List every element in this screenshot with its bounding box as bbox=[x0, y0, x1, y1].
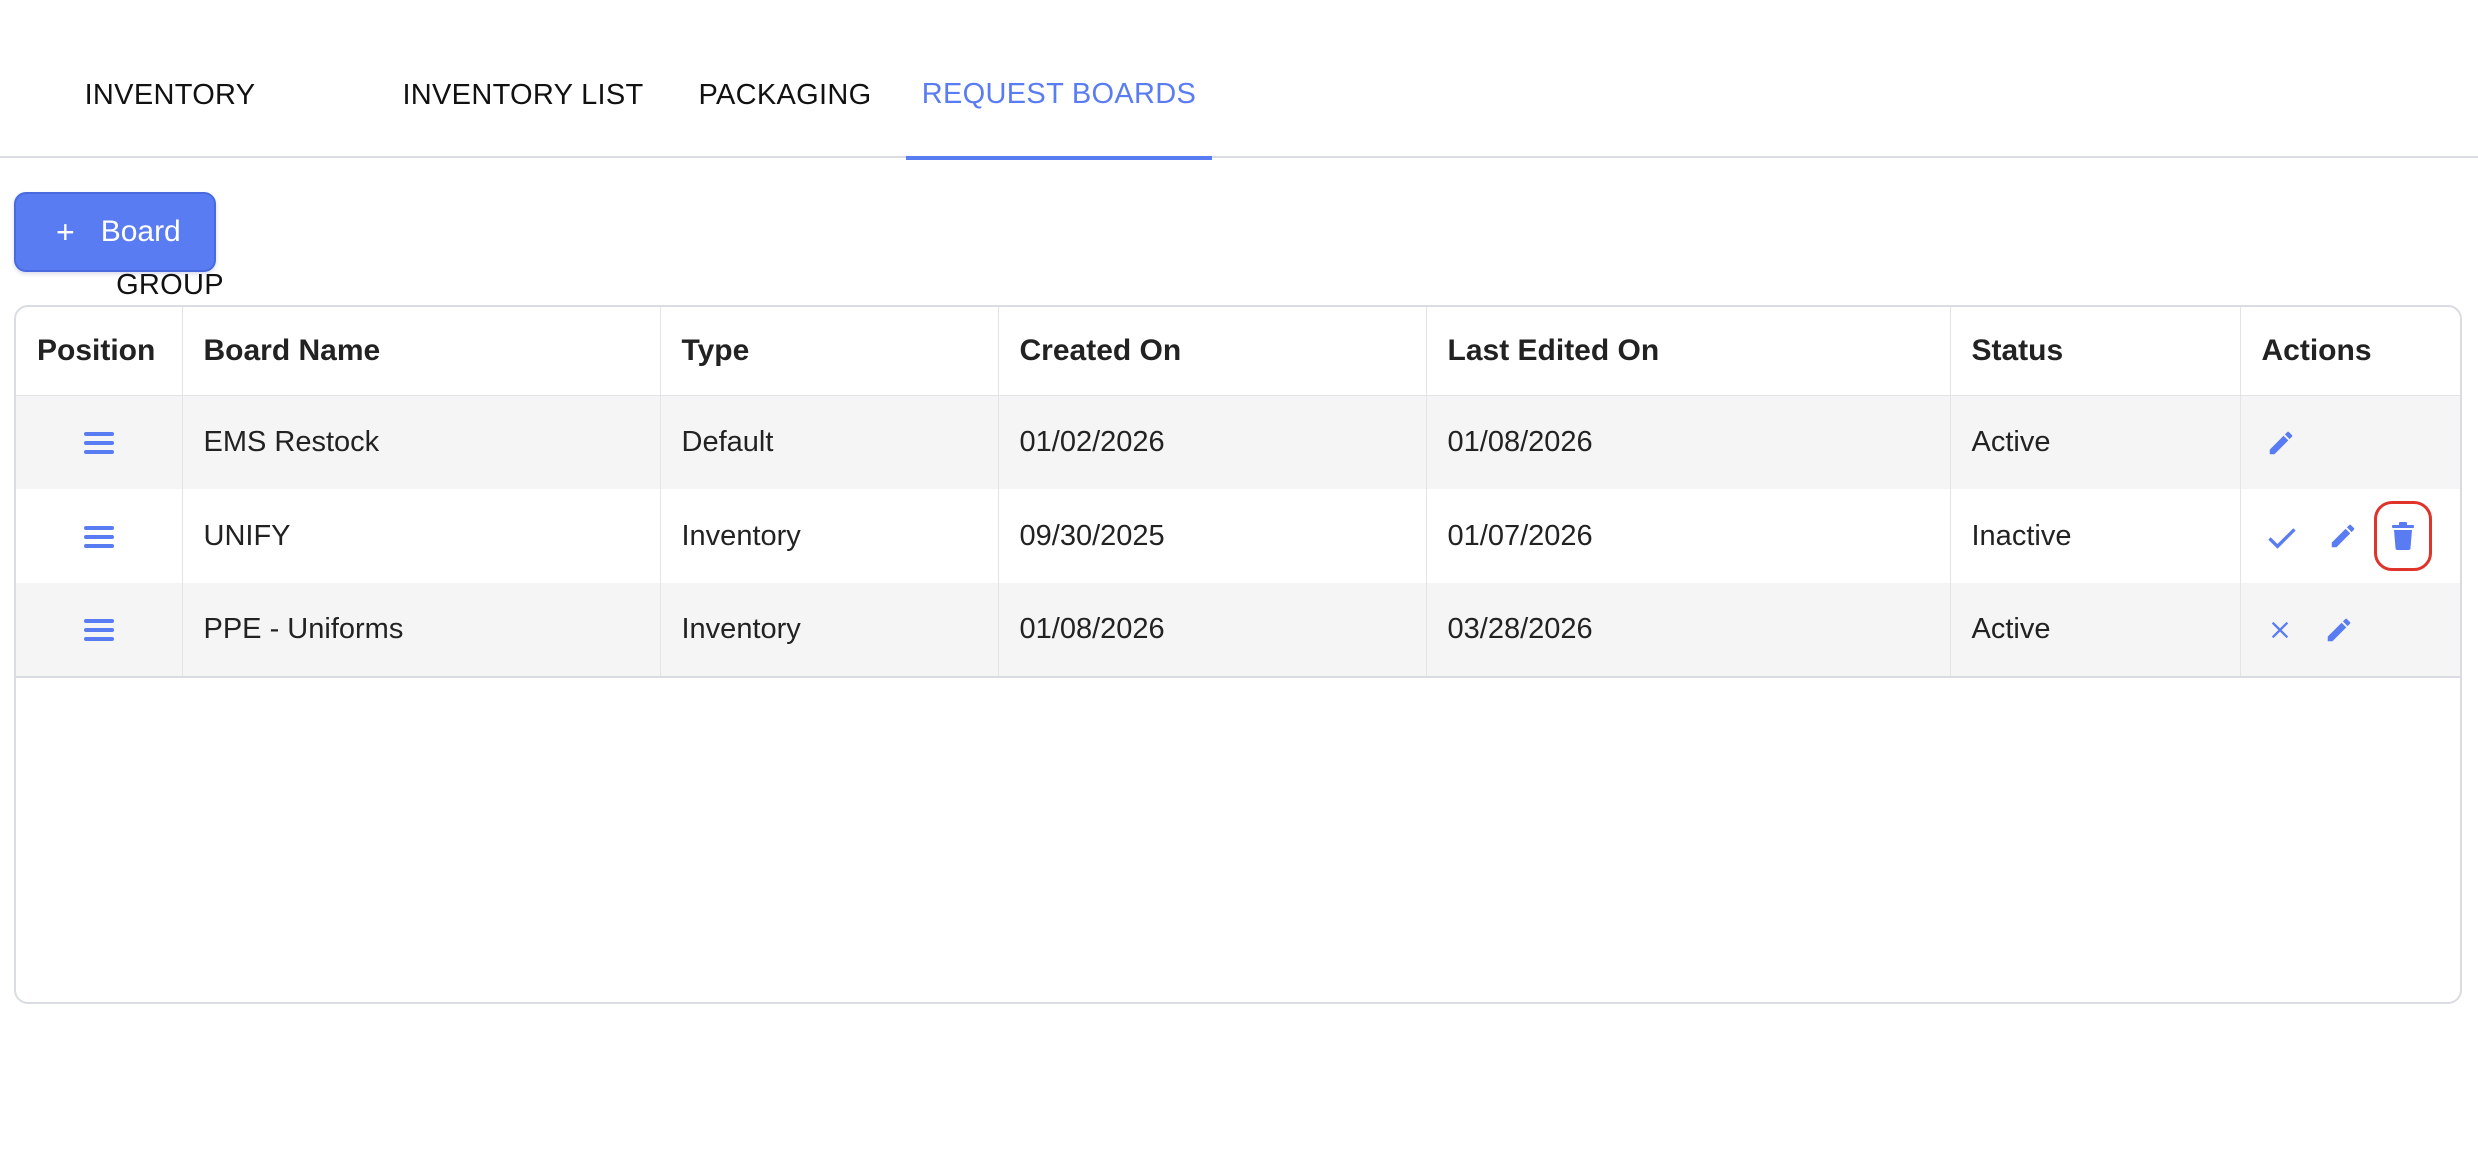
edit-icon[interactable] bbox=[2266, 428, 2296, 458]
delete-button[interactable] bbox=[2373, 501, 2432, 571]
status-cell: Inactive bbox=[1950, 489, 2241, 583]
table-row: EMS Restock Default 01/02/2026 01/08/202… bbox=[16, 395, 2460, 489]
status-cell: Active bbox=[1950, 583, 2241, 678]
check-icon[interactable] bbox=[2266, 523, 2298, 549]
column-header-last-edited-on: Last Edited On bbox=[1426, 307, 1951, 396]
position-cell bbox=[16, 489, 183, 583]
table-header-row: Position Board Name Type Created On Last… bbox=[16, 307, 2460, 396]
actions-cell bbox=[2240, 489, 2460, 583]
board-name-cell: EMS Restock bbox=[182, 395, 661, 489]
close-icon[interactable] bbox=[2266, 616, 2294, 644]
column-header-status: Status bbox=[1950, 307, 2241, 396]
table-row: PPE - Uniforms Inventory 01/08/2026 03/2… bbox=[16, 583, 2460, 678]
boards-table: Position Board Name Type Created On Last… bbox=[16, 307, 2460, 678]
last-edited-on-cell: 01/07/2026 bbox=[1426, 489, 1951, 583]
edit-icon[interactable] bbox=[2324, 615, 2354, 645]
column-header-created-on: Created On bbox=[998, 307, 1427, 396]
column-header-board-name: Board Name bbox=[182, 307, 661, 396]
column-header-type: Type bbox=[660, 307, 999, 396]
drag-handle-icon[interactable] bbox=[83, 431, 114, 455]
column-header-actions: Actions bbox=[2240, 307, 2460, 396]
tab-label: PACKAGING bbox=[698, 79, 872, 111]
drag-handle-icon[interactable] bbox=[83, 525, 114, 549]
type-cell: Inventory bbox=[660, 583, 999, 678]
board-name-cell: PPE - Uniforms bbox=[182, 583, 661, 678]
created-on-cell: 09/30/2025 bbox=[998, 489, 1427, 583]
status-cell: Active bbox=[1950, 395, 2241, 489]
add-board-button[interactable]: + Board bbox=[14, 192, 216, 272]
last-edited-on-cell: 03/28/2026 bbox=[1426, 583, 1951, 678]
position-cell bbox=[16, 583, 183, 678]
tab-request-boards[interactable]: REQUEST BOARDS bbox=[906, 0, 1212, 160]
type-cell: Default bbox=[660, 395, 999, 489]
created-on-cell: 01/02/2026 bbox=[998, 395, 1427, 489]
actions-cell bbox=[2240, 583, 2460, 678]
created-on-cell: 01/08/2026 bbox=[998, 583, 1427, 678]
position-cell bbox=[16, 395, 183, 489]
tab-label: INVENTORY LIST bbox=[402, 79, 644, 111]
tab-inventory-group[interactable]: INVENTORY GROUP bbox=[46, 0, 294, 301]
tab-packaging[interactable]: PACKAGING bbox=[690, 0, 880, 158]
edit-icon[interactable] bbox=[2328, 521, 2358, 551]
column-header-position: Position bbox=[16, 307, 183, 396]
drag-handle-icon[interactable] bbox=[83, 618, 114, 642]
last-edited-on-cell: 01/08/2026 bbox=[1426, 395, 1951, 489]
boards-table-card: Position Board Name Type Created On Last… bbox=[14, 305, 2462, 1004]
tab-inventory-list[interactable]: INVENTORY LIST bbox=[392, 0, 654, 158]
table-row: UNIFY Inventory 09/30/2025 01/07/2026 In… bbox=[16, 489, 2460, 583]
plus-icon: + bbox=[56, 214, 75, 250]
tab-bar: INVENTORY GROUP INVENTORY LIST PACKAGING… bbox=[0, 0, 2478, 301]
request-boards-page: INVENTORY GROUP INVENTORY LIST PACKAGING… bbox=[0, 0, 2478, 1158]
tab-label: REQUEST BOARDS bbox=[921, 78, 1197, 110]
type-cell: Inventory bbox=[660, 489, 999, 583]
trash-icon bbox=[2391, 522, 2414, 550]
board-name-cell: UNIFY bbox=[182, 489, 661, 583]
actions-cell bbox=[2240, 395, 2460, 489]
add-board-label: Board bbox=[100, 215, 181, 248]
active-tab-indicator bbox=[906, 156, 1212, 160]
